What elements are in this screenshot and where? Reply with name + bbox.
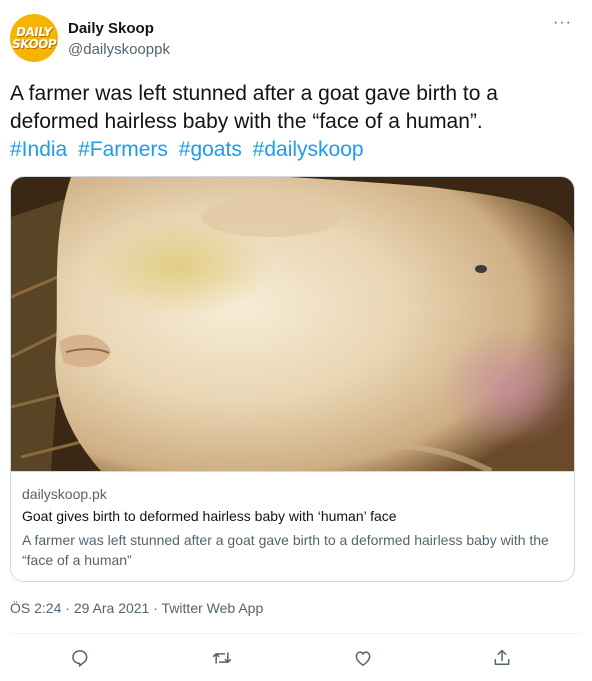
like-button[interactable] <box>348 643 378 673</box>
avatar-text-bottom: SKOOP <box>10 37 58 51</box>
tweet: DAILY SKOOP Daily Skoop @dailyskooppk ··… <box>0 0 592 681</box>
divider <box>10 633 582 634</box>
share-icon <box>494 649 510 665</box>
tweet-date[interactable]: 29 Ara 2021 <box>74 600 150 616</box>
tweet-time[interactable]: ÖS 2:24 <box>10 600 61 616</box>
hashtag-list: #India #Farmers #goats #dailyskoop <box>10 138 369 161</box>
author-name[interactable]: Daily Skoop <box>68 20 154 37</box>
reply-button[interactable] <box>65 643 95 673</box>
author-handle[interactable]: @dailyskooppk <box>68 41 170 58</box>
card-domain: dailyskoop.pk <box>22 486 107 502</box>
tweet-body: A farmer was left stunned after a goat g… <box>10 82 498 133</box>
card-description: A farmer was left stunned after a goat g… <box>22 532 549 568</box>
card-body[interactable]: dailyskoop.pk Goat gives birth to deform… <box>11 471 574 581</box>
meta-separator: · <box>153 600 158 616</box>
like-icon <box>355 651 371 666</box>
card-image[interactable] <box>11 177 574 471</box>
hashtag-link[interactable]: #goats <box>179 138 242 161</box>
card-title: Goat gives birth to deformed hairless ba… <box>22 508 397 524</box>
retweet-button[interactable] <box>207 643 237 673</box>
share-button[interactable] <box>487 643 517 673</box>
hashtag-link[interactable]: #India <box>10 138 67 161</box>
action-bar <box>0 643 592 673</box>
link-card[interactable]: dailyskoop.pk Goat gives birth to deform… <box>10 176 575 582</box>
hashtag-link[interactable]: #dailyskoop <box>253 138 364 161</box>
meta-separator: · <box>65 600 70 616</box>
tweet-text: A farmer was left stunned after a goat g… <box>10 80 580 164</box>
reply-icon <box>72 650 88 667</box>
avatar[interactable]: DAILY SKOOP <box>10 14 58 62</box>
retweet-icon <box>212 652 232 664</box>
tweet-source[interactable]: Twitter Web App <box>162 600 264 616</box>
more-options-icon[interactable]: ··· <box>553 14 572 32</box>
tweet-meta: ÖS 2:24 · 29 Ara 2021 · Twitter Web App <box>10 600 263 616</box>
hashtag-link[interactable]: #Farmers <box>78 138 168 161</box>
